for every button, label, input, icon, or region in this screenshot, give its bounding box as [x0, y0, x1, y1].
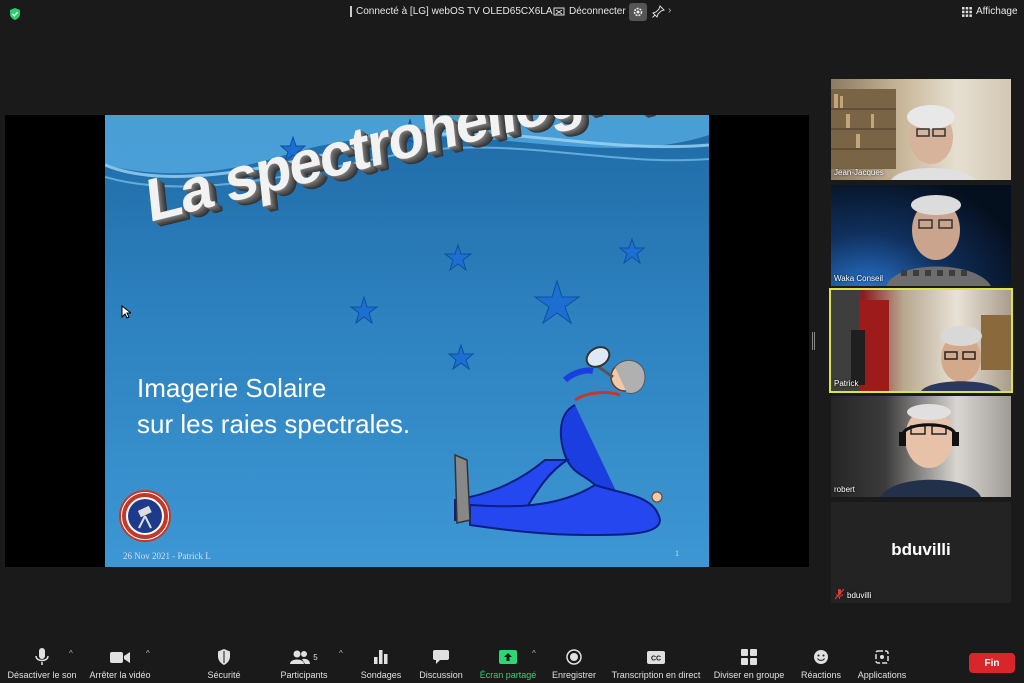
star-icon	[349, 295, 379, 325]
record-label: Enregistrer	[551, 670, 596, 680]
view-button[interactable]: Affichage	[962, 6, 1018, 17]
breakout-label: Diviser en groupe	[713, 670, 785, 680]
video-tile-robert[interactable]: robert	[831, 396, 1011, 497]
participants-options-chevron-icon[interactable]: ^	[339, 649, 343, 658]
gear-icon	[633, 7, 643, 17]
telescope-logo-icon	[122, 493, 168, 539]
settings-button[interactable]	[629, 3, 647, 21]
cast-icon	[350, 6, 352, 17]
participants-button[interactable]: 5 Participants	[276, 640, 332, 683]
share-screen-icon	[499, 650, 517, 664]
video-tile-patrick[interactable]: Patrick	[829, 288, 1013, 393]
end-meeting-button[interactable]: Fin	[969, 653, 1015, 673]
participant-video	[831, 89, 976, 180]
video-tile-bduvilli[interactable]: bduvilli bduvilli	[831, 502, 1011, 603]
presentation-slide: La spectrohéliographie Imagerie Solaire …	[105, 115, 709, 567]
microphone-icon	[35, 648, 49, 665]
reactions-button[interactable]: Réactions	[798, 640, 844, 683]
slide-footer-author-date: 26 Nov 2021 - Patrick L	[123, 551, 211, 561]
record-button[interactable]: Enregistrer	[548, 640, 600, 683]
disconnect-button[interactable]: Déconnecter	[553, 6, 626, 17]
mute-button[interactable]: Désactiver le son	[6, 640, 78, 683]
slide-subtitle: Imagerie Solaire sur les raies spectrale…	[137, 370, 410, 442]
disconnect-icon	[553, 7, 565, 15]
star-icon	[447, 343, 475, 371]
participant-display-name: bduvilli	[891, 540, 951, 559]
polls-label: Sondages	[360, 670, 402, 680]
security-button[interactable]: Sécurité	[200, 640, 248, 683]
participants-count: 5	[313, 652, 318, 662]
breakout-grid-icon	[741, 649, 757, 665]
bar-chart-icon	[374, 650, 388, 664]
chevron-right-icon[interactable]: ›	[668, 5, 671, 16]
security-label: Sécurité	[207, 670, 241, 680]
mute-label: Désactiver le son	[7, 670, 77, 680]
chat-bubble-icon	[433, 650, 449, 664]
svg-text:CC: CC	[651, 655, 661, 662]
participant-name: Waka Conseil	[834, 274, 884, 283]
star-icon	[533, 279, 581, 325]
connection-text: Connecté à [LG] webOS TV OLED65CX6LA	[356, 6, 553, 17]
connection-status: Connecté à [LG] webOS TV OLED65CX6LA	[350, 6, 553, 17]
grid-view-icon	[962, 6, 972, 17]
live-transcription-button[interactable]: CC Transcription en direct	[608, 640, 704, 683]
chat-label: Discussion	[419, 670, 463, 680]
cartoon-astronomer-illustration	[454, 346, 663, 537]
star-icon	[443, 243, 473, 272]
pin-icon[interactable]	[652, 5, 665, 18]
audio-options-chevron-icon[interactable]: ^	[69, 649, 73, 658]
record-icon	[566, 649, 582, 665]
video-label: Arrêter la vidéo	[89, 670, 151, 680]
apps-label: Applications	[857, 670, 907, 680]
breakout-rooms-button[interactable]: Diviser en groupe	[710, 640, 788, 683]
participant-video	[881, 404, 981, 497]
muted-mic-icon	[835, 589, 844, 600]
reactions-label: Réactions	[800, 670, 842, 680]
slide-subtitle-line2: sur les raies spectrales.	[137, 409, 411, 439]
participant-name: Jean-Jacques	[834, 168, 884, 177]
participants-label: Participants	[280, 670, 328, 680]
star-icon	[618, 237, 646, 265]
mouse-cursor-icon	[121, 305, 131, 319]
share-label: Écran partagé	[479, 670, 537, 680]
transcription-label: Transcription en direct	[611, 670, 701, 680]
video-tile-waka-conseil[interactable]: Waka Conseil	[831, 185, 1011, 286]
disconnect-label: Déconnecter	[569, 6, 626, 17]
participant-name: robert	[834, 485, 855, 494]
participants-icon	[290, 650, 311, 664]
polls-button[interactable]: Sondages	[356, 640, 406, 683]
apps-button[interactable]: Applications	[854, 640, 910, 683]
smiley-icon	[814, 650, 828, 664]
apps-icon	[875, 650, 889, 664]
panel-resize-handle[interactable]	[812, 332, 815, 350]
video-options-chevron-icon[interactable]: ^	[146, 649, 150, 658]
slide-subtitle-line1: Imagerie Solaire	[137, 373, 327, 403]
share-options-chevron-icon[interactable]: ^	[532, 649, 536, 658]
top-bar: Connecté à [LG] webOS TV OLED65CX6LA Déc…	[0, 0, 1024, 26]
meeting-toolbar: Désactiver le son ^ Arrêter la vidéo ^ S…	[0, 640, 1024, 683]
security-shield-icon[interactable]	[9, 8, 21, 20]
stop-video-button[interactable]: Arrêter la vidéo	[84, 640, 156, 683]
video-camera-icon	[110, 651, 130, 663]
participant-name: bduvilli	[847, 591, 872, 600]
participant-name: Patrick	[834, 379, 859, 388]
video-tile-jean-jacques[interactable]: Jean-Jacques	[831, 79, 1011, 180]
shield-icon	[218, 649, 230, 665]
share-screen-button[interactable]: Écran partagé	[476, 640, 540, 683]
participant-video	[886, 195, 991, 286]
astronomy-club-logo	[119, 490, 171, 542]
slide-page-number: 1	[675, 549, 679, 558]
participant-video	[831, 290, 1011, 391]
closed-captions-icon: CC	[647, 650, 665, 664]
chat-button[interactable]: Discussion	[416, 640, 466, 683]
view-label: Affichage	[976, 6, 1018, 17]
